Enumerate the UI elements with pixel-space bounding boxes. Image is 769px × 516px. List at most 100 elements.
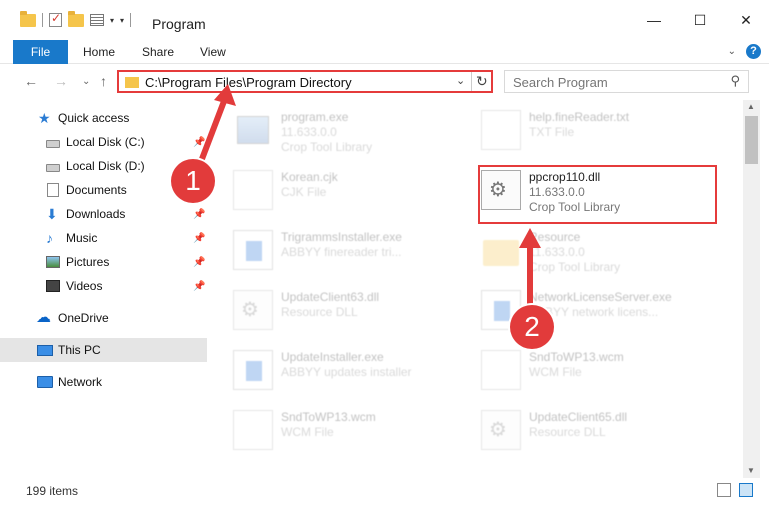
text-file-icon [481,110,521,150]
file-icon [233,410,273,450]
sidebar-item-videos[interactable]: Videos 📌 [0,274,207,298]
file-item[interactable]: UpdateInstaller.exe ABBYY updates instal… [233,344,473,396]
address-separator [471,72,472,91]
file-type: ABBYY finereader tri... [281,245,402,259]
file-item[interactable]: program.exe 11.633.0.0 Crop Tool Library [233,104,473,156]
dll-gear-icon: ⚙ [481,410,521,450]
file-item[interactable]: ⚙ UpdateClient63.dll Resource DLL [233,284,473,336]
file-type: CJK File [281,185,327,199]
scroll-down-icon[interactable]: ▼ [747,466,755,475]
properties-check-icon[interactable] [49,11,62,27]
sidebar-item-local-disk-c[interactable]: Local Disk (C:) 📌 [0,130,207,154]
window-title: Program [152,16,206,32]
file-item[interactable]: Korean.cjk CJK File [233,164,473,216]
title-bar: ▾ ▾ Program — ☐ ✕ [0,0,769,40]
file-item[interactable]: ⚙ UpdateClient65.dll Resource DLL [481,404,721,456]
application-icon [233,110,273,150]
pin-icon[interactable]: 📌 [193,209,205,220]
music-icon: ♪ [46,230,53,246]
file-list: program.exe 11.633.0.0 Crop Tool Library… [208,100,743,476]
up-button[interactable]: ↑ [100,73,107,89]
sidebar-item-label: Network [58,375,103,389]
expand-ribbon-icon[interactable]: ⌄ [728,46,736,57]
file-item[interactable]: SndToWP13.wcm WCM File [233,404,473,456]
file-name: SndToWP13.wcm [281,410,376,424]
dll-gear-icon: ⚙ [233,290,273,330]
scrollbar-thumb[interactable] [745,116,758,164]
close-button[interactable]: ✕ [723,0,769,40]
search-box[interactable]: ⚲ [504,70,749,93]
file-type: TXT File [529,125,575,139]
sidebar-item-label: Local Disk (C:) [66,135,145,149]
file-type: ABBYY updates installer [281,365,412,379]
installer-icon [233,230,273,270]
file-name: Resource [529,230,581,244]
file-name: UpdateClient65.dll [529,410,628,424]
file-item[interactable]: SndToWP13.wcm WCM File [481,344,721,396]
tab-view[interactable]: View [200,40,226,64]
minimize-button[interactable]: — [631,0,677,40]
file-item[interactable]: TrigrammsInstaller.exe ABBYY finereader … [233,224,473,276]
search-icon[interactable]: ⚲ [730,73,740,89]
file-item[interactable]: help.fineReader.txt TXT File [481,104,721,156]
cloud-icon: ☁ [36,309,51,326]
address-bar[interactable]: C:\Program Files\Program Directory ⌄ ↻ [117,70,493,93]
vertical-scrollbar[interactable]: ▲ ▼ [743,100,760,478]
recent-locations-button[interactable]: ⌄ [82,76,90,87]
sidebar-item-downloads[interactable]: ⬇ Downloads 📌 [0,202,207,226]
sidebar-item-label: Pictures [66,255,110,269]
disk-icon [46,139,60,148]
sidebar-item-label: Quick access [58,111,130,125]
sidebar-item-pictures[interactable]: Pictures 📌 [0,250,207,274]
sidebar-item-label: OneDrive [58,311,109,325]
ribbon-tabs: File Home Share View ⌄ ? [0,40,769,64]
document-icon [47,183,59,197]
file-type: WCM File [281,425,334,439]
tab-file[interactable]: File [13,40,68,64]
chevron-down-icon[interactable]: ▾ [110,16,114,25]
file-name: TrigrammsInstaller.exe [281,230,402,244]
pin-icon[interactable]: 📌 [193,281,205,292]
file-type: 11.633.0.0 [529,245,585,259]
sidebar-item-label: Videos [66,279,103,293]
toolbar-separator [42,13,43,27]
new-folder-icon[interactable] [68,10,84,27]
sidebar-item-this-pc[interactable]: This PC [0,338,207,362]
file-item[interactable]: Resource 11.633.0.0 Crop Tool Library [481,224,721,276]
pin-icon[interactable]: 📌 [193,257,205,268]
navigation-pane: ★ Quick access Local Disk (C:) 📌 Local D… [0,100,207,476]
file-description: Crop Tool Library [281,140,373,154]
properties-icon[interactable] [90,14,104,26]
help-icon[interactable]: ? [746,44,761,59]
search-input[interactable] [513,72,723,92]
file-name: program.exe [281,110,349,124]
pin-icon[interactable]: 📌 [193,233,205,244]
quick-access-toolbar: ▾ ▾ [20,10,132,27]
sidebar-item-network[interactable]: Network [0,370,207,394]
status-bar: 199 items [0,480,769,502]
file-icon [481,350,521,390]
forward-button[interactable]: → [54,73,68,89]
sidebar-item-music[interactable]: ♪ Music 📌 [0,226,207,250]
tab-share[interactable]: Share [142,40,174,64]
chevron-down-icon[interactable]: ⌄ [456,74,465,87]
back-button[interactable]: ← [24,73,38,89]
picture-icon [46,256,60,268]
large-icons-view-icon[interactable] [739,483,753,497]
pin-icon[interactable]: 📌 [193,137,205,148]
star-icon: ★ [38,110,51,126]
tab-home[interactable]: Home [83,40,115,64]
sidebar-item-onedrive[interactable]: ☁ OneDrive [0,306,207,330]
computer-icon [37,344,53,356]
sidebar-item-quick-access[interactable]: ★ Quick access [0,106,207,130]
sidebar-item-label: Documents [66,183,127,197]
customize-toolbar-icon[interactable]: ▾ [120,16,124,25]
maximize-button[interactable]: ☐ [677,0,723,40]
disk-icon [46,163,60,172]
scroll-up-icon[interactable]: ▲ [747,102,755,111]
details-view-icon[interactable] [717,483,731,497]
folder-icon [481,230,521,270]
item-count: 199 items [26,484,79,498]
address-path[interactable]: C:\Program Files\Program Directory [145,75,352,90]
refresh-button[interactable]: ↻ [476,73,488,90]
